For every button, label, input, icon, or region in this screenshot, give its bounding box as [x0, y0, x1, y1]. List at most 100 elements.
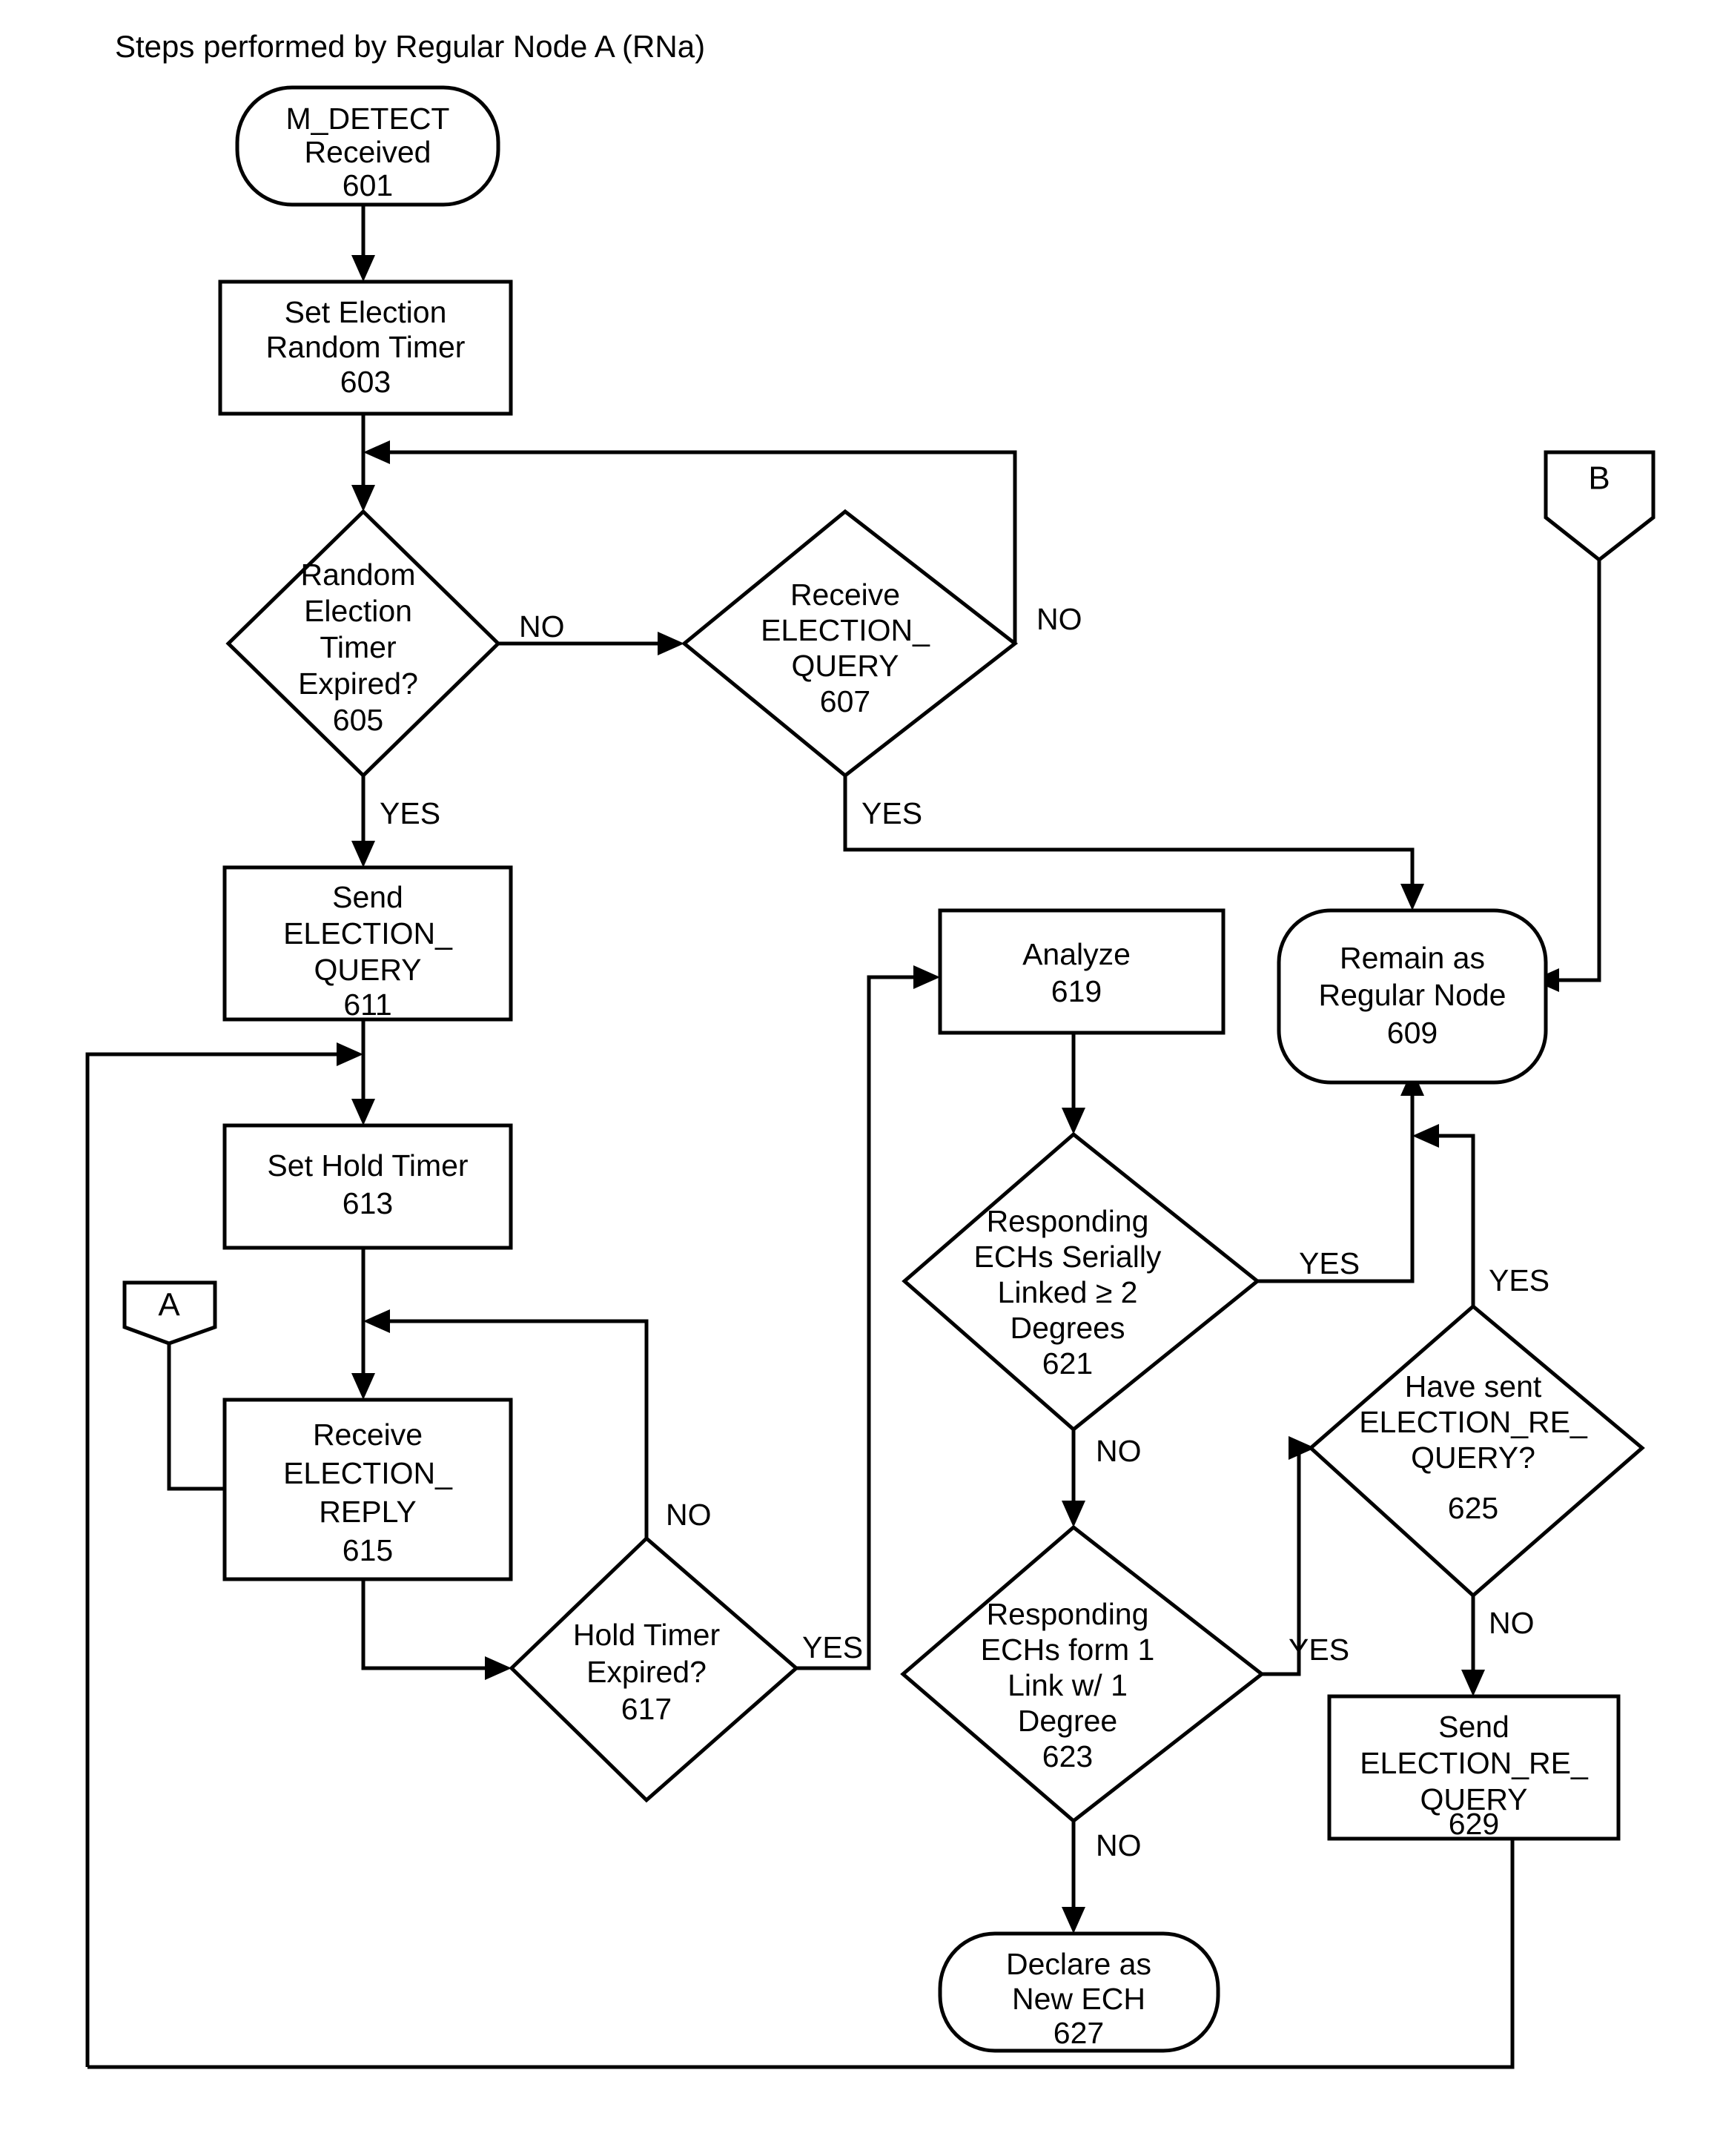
node-625-line-2: QUERY? [1411, 1441, 1535, 1475]
node-611: Send ELECTION_ QUERY 611 [222, 865, 513, 1022]
node-605: Random Election Timer Expired? 605 [225, 509, 501, 778]
connector-a: A [122, 1280, 217, 1346]
arrowhead-611-613 [351, 1099, 375, 1125]
node-613-line-0: Set Hold Timer [267, 1148, 468, 1183]
arrowhead-617yes-619 [913, 965, 940, 989]
node-625-line-1: ELECTION_RE_ [1359, 1405, 1588, 1439]
node-607-line-2: QUERY [791, 649, 899, 683]
node-623-line-2: Link w/ 1 [1008, 1668, 1128, 1702]
node-621-line-3: Degrees [1010, 1311, 1125, 1345]
node-621-line-2: Linked ≥ 2 [998, 1275, 1138, 1309]
node-601-line-1: Received [305, 135, 431, 169]
node-621: Responding ECHs Serially Linked ≥ 2 Degr… [902, 1131, 1260, 1432]
arrowhead-605no-607 [658, 632, 684, 655]
flowchart-canvas: Steps performed by Regular Node A (RNa) [85, 29, 1656, 2069]
node-605-line-3: Expired? [298, 667, 418, 701]
arrowhead-601-603 [351, 255, 375, 282]
edge-label-617-yes: YES [802, 1630, 863, 1664]
arrowhead-607no-605 [363, 440, 390, 464]
node-619: Analyze 619 [938, 908, 1226, 1035]
edge-615-to-617 [361, 1579, 498, 1670]
edge-617-yes-to-619 [796, 975, 927, 1670]
node-613-line-1: 613 [343, 1186, 393, 1220]
node-615-line-1: ELECTION_ [283, 1456, 453, 1490]
flowchart-figure: Steps performed by Regular Node A (RNa) [0, 0, 1720, 2156]
node-609-line-2: 609 [1387, 1016, 1438, 1050]
node-615-line-0: Receive [313, 1418, 423, 1452]
connector-b-label: B [1588, 460, 1610, 497]
edge-label-623-yes: YES [1289, 1633, 1349, 1667]
arrowhead-613-615 [351, 1373, 375, 1400]
node-621-line-1: ECHs Serially [974, 1240, 1162, 1274]
edge-label-625-no: NO [1489, 1606, 1535, 1640]
arrowhead-619-621 [1062, 1108, 1085, 1134]
arrowhead-return-613 [337, 1042, 363, 1066]
node-627: Declare as New ECH 627 [938, 1931, 1220, 2053]
node-605-line-2: Timer [320, 630, 396, 664]
node-605-line-0: Random [301, 558, 416, 592]
node-603-line-1: Random Timer [266, 330, 466, 364]
node-609-line-1: Regular Node [1319, 978, 1506, 1012]
connector-b: B [1544, 450, 1656, 563]
node-629-line-3: 629 [1449, 1807, 1499, 1841]
edge-label-623-no: NO [1096, 1828, 1142, 1862]
node-625: Have sent ELECTION_RE_ QUERY? 625 [1308, 1303, 1645, 1598]
node-629-line-0: Send [1438, 1710, 1509, 1744]
edge-label-617-no: NO [666, 1498, 712, 1532]
node-617-line-2: 617 [621, 1692, 672, 1726]
node-603: Set Election Random Timer 603 [218, 280, 513, 416]
edge-b-to-609 [1546, 560, 1601, 982]
node-625-line-3: 625 [1448, 1491, 1498, 1525]
edge-label-621-yes: YES [1299, 1246, 1360, 1280]
arrowhead-625no-629 [1461, 1670, 1485, 1696]
node-623-line-1: ECHs form 1 [981, 1633, 1155, 1667]
node-607: Receive ELECTION_ QUERY 607 [681, 509, 1019, 778]
edge-625-yes-to-609 [1426, 1134, 1475, 1306]
node-607-line-0: Receive [790, 578, 900, 612]
node-617: Hold Timer Expired? 617 [509, 1535, 799, 1803]
node-619-line-1: 619 [1051, 974, 1102, 1008]
node-627-line-1: New ECH [1012, 1982, 1145, 2016]
edge-label-625-yes: YES [1489, 1263, 1549, 1297]
arrowhead-617no-615 [363, 1309, 390, 1333]
node-601: M_DETECT Received 601 [235, 85, 500, 207]
node-617-line-0: Hold Timer [573, 1618, 720, 1652]
edge-629-to-return-rail [87, 1839, 1515, 2069]
arrowhead-607yes-609 [1400, 884, 1424, 910]
node-609: Remain as Regular Node 609 [1277, 908, 1548, 1085]
node-607-line-1: ELECTION_ [761, 613, 930, 647]
node-627-line-0: Declare as [1006, 1947, 1151, 1981]
node-619-line-0: Analyze [1022, 937, 1131, 971]
node-609-line-0: Remain as [1340, 941, 1485, 975]
arrowhead-615-617 [485, 1656, 512, 1680]
edge-label-605-no: NO [519, 609, 565, 644]
node-629: Send ELECTION_RE_ QUERY 629 [1327, 1694, 1621, 1841]
node-621-line-4: 621 [1042, 1346, 1093, 1380]
node-613: Set Hold Timer 613 [222, 1123, 513, 1250]
connector-a-label: A [158, 1287, 180, 1323]
figure-title: Steps performed by Regular Node A (RNa) [115, 29, 705, 64]
node-601-line-2: 601 [343, 168, 393, 202]
edge-label-621-no: NO [1096, 1434, 1142, 1468]
node-603-line-0: Set Election [285, 295, 447, 329]
arrowhead-605yes-611 [351, 841, 375, 867]
node-621-line-0: Responding [987, 1204, 1149, 1238]
node-607-line-3: 607 [820, 684, 870, 718]
arrowhead-623no-627 [1062, 1907, 1085, 1934]
node-615: Receive ELECTION_ REPLY 615 [222, 1398, 513, 1581]
edge-label-607-yes: YES [861, 796, 922, 830]
node-605-line-4: 605 [333, 703, 383, 737]
node-611-line-2: QUERY [314, 953, 421, 987]
edge-label-607-no: NO [1036, 602, 1082, 636]
node-629-line-1: ELECTION_RE_ [1360, 1746, 1589, 1780]
arrowhead-621no-623 [1062, 1501, 1085, 1527]
node-623-line-0: Responding [987, 1597, 1149, 1631]
node-611-line-1: ELECTION_ [283, 916, 453, 950]
node-625-line-0: Have sent [1405, 1369, 1542, 1403]
node-611-line-3: 611 [343, 988, 391, 1022]
arrowhead-603-605 [351, 485, 375, 512]
node-623-line-4: 623 [1042, 1739, 1093, 1773]
arrowhead-625yes-609 [1412, 1124, 1439, 1148]
node-627-line-2: 627 [1054, 2016, 1104, 2050]
node-611-line-0: Send [332, 880, 403, 914]
